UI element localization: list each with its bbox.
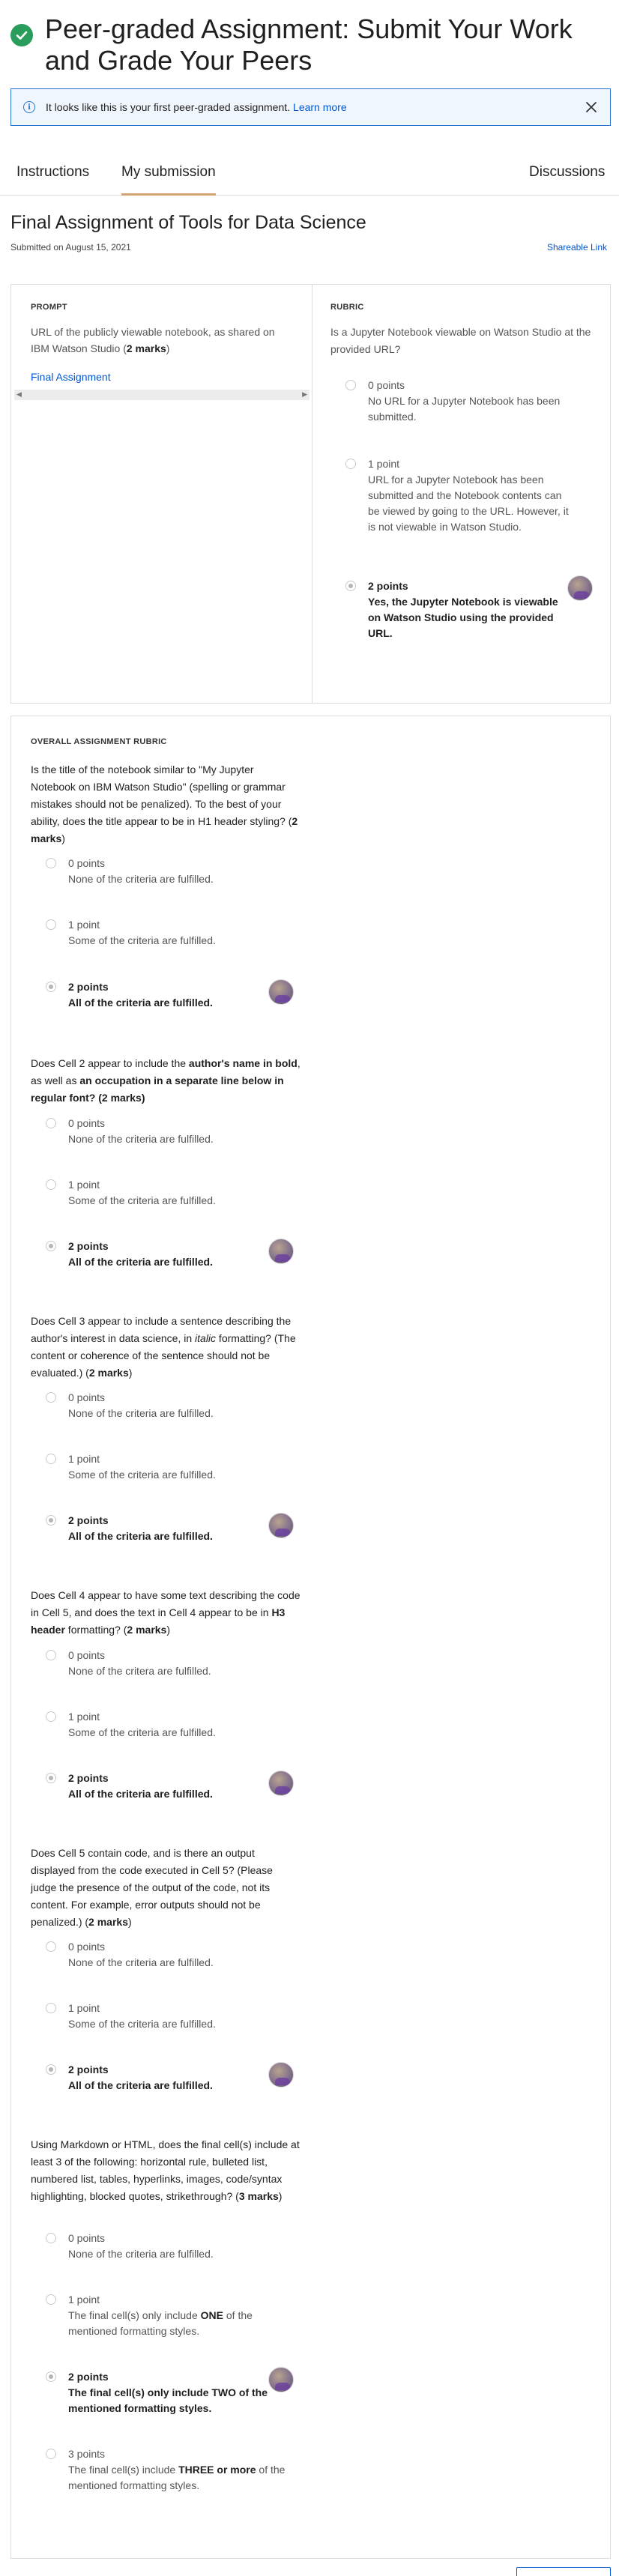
radio-button (46, 2449, 56, 2459)
criterion-option: 1 point Some of the criteria are fulfille… (46, 2001, 216, 2032)
criterion-question: Using Markdown or HTML, does the final c… (31, 2138, 300, 2202)
prompt-label: PROMPT (31, 303, 67, 312)
info-icon: i (23, 101, 35, 113)
radio-button-selected (46, 982, 56, 992)
rubric-label: RUBRIC (330, 303, 364, 312)
tab-bar: Instructions My submission Discussions (0, 154, 619, 196)
radio-button-selected (345, 581, 356, 591)
radio-button (46, 1650, 56, 1660)
overall-rubric-panel: OVERALL ASSIGNMENT RUBRIC Is the title o… (10, 716, 611, 2559)
criterion-option: 0 points None of the criteria are fulfill… (46, 1939, 214, 1971)
submission-title: Final Assignment of Tools for Data Scien… (10, 212, 366, 233)
banner-text: It looks like this is your first peer-gr… (46, 101, 291, 113)
prompt-text: URL of the publicly viewable notebook, a… (31, 326, 275, 354)
completed-check-icon (10, 24, 33, 46)
criterion-option-selected: 2 points All of the criteria are fulfille… (46, 1239, 213, 1270)
horizontal-scrollbar[interactable]: ◀ ▶ (14, 390, 310, 400)
radio-button (46, 919, 56, 930)
page-title: Peer-graded Assignment: Submit Your Work… (45, 13, 573, 76)
radio-button-selected (46, 2371, 56, 2382)
radio-button-selected (46, 1773, 56, 1783)
criterion-option: 3 points The final cell(s) include THREE … (46, 2446, 286, 2494)
radio-button (46, 2003, 56, 2013)
final-assignment-link[interactable]: Final Assignment (31, 371, 111, 383)
criterion-option: 1 point Some of the criteria are fulfille… (46, 1709, 216, 1741)
overall-rubric-label: OVERALL ASSIGNMENT RUBRIC (31, 737, 167, 746)
radio-button (46, 1179, 56, 1190)
criterion-option: 1 point The final cell(s) only include ON… (46, 2292, 286, 2339)
radio-button (345, 459, 356, 469)
criterion-option-selected: 2 points The final cell(s) only include T… (46, 2369, 286, 2416)
prompt-rubric-panel: PROMPT URL of the publicly viewable note… (10, 284, 611, 704)
shareable-link[interactable]: Shareable Link (547, 242, 607, 253)
radio-button (46, 2294, 56, 2305)
bottom-action-button[interactable] (516, 2567, 611, 2576)
close-icon[interactable] (583, 99, 600, 115)
rubric-option: 0 points No URL for a Jupyter Notebook ha… (345, 378, 570, 425)
tab-instructions[interactable]: Instructions (16, 164, 89, 196)
criterion-question: Is the title of the notebook similar to … (31, 764, 298, 844)
radio-button (46, 1392, 56, 1403)
submitted-date: Submitted on August 15, 2021 (10, 242, 131, 253)
criterion-option-selected: 2 points All of the criteria are fulfille… (46, 2062, 213, 2093)
scroll-left-icon[interactable]: ◀ (16, 390, 22, 399)
first-assignment-banner: i It looks like this is your first peer-… (10, 88, 611, 126)
tab-my-submission[interactable]: My submission (121, 164, 216, 196)
radio-button (46, 1711, 56, 1722)
learn-more-link[interactable]: Learn more (293, 101, 347, 113)
reviewer-avatar (268, 1239, 294, 1264)
scroll-right-icon[interactable]: ▶ (302, 390, 307, 399)
radio-button (46, 1941, 56, 1952)
criterion-question: Does Cell 5 contain code, and is there a… (31, 1847, 273, 1928)
radio-button-selected (46, 1241, 56, 1251)
rubric-question: Is a Jupyter Notebook viewable on Watson… (330, 326, 591, 355)
reviewer-avatar (567, 575, 593, 601)
criterion-question: Does Cell 3 appear to include a sentence… (31, 1315, 296, 1379)
reviewer-avatar (268, 2367, 294, 2392)
criterion-option: 0 points None of the criteria are fulfill… (46, 1390, 214, 1421)
page-header: Peer-graded Assignment: Submit Your Work… (10, 13, 603, 76)
criterion-option-selected: 2 points All of the criteria are fulfille… (46, 979, 213, 1011)
criterion-option-selected: 2 points All of the criteria are fulfille… (46, 1513, 213, 1544)
criterion-option: 0 points None of the criteria are fulfill… (46, 2231, 214, 2262)
criterion-option: 0 points None of the criteria are fulfill… (46, 1116, 214, 1147)
radio-button (345, 380, 356, 390)
reviewer-avatar (268, 1513, 294, 1538)
reviewer-avatar (268, 1771, 294, 1796)
tab-discussions[interactable]: Discussions (529, 164, 605, 196)
criterion-question: Does Cell 2 appear to include the author… (31, 1057, 301, 1104)
radio-button-selected (46, 1515, 56, 1526)
criterion-option: 0 points None of the criteria are fulfill… (46, 856, 214, 887)
reviewer-avatar (268, 2062, 294, 2087)
radio-button-selected (46, 2064, 56, 2075)
criterion-option: 1 point Some of the criteria are fulfille… (46, 917, 216, 949)
radio-button (46, 1118, 56, 1128)
radio-button (46, 2233, 56, 2243)
radio-button (46, 1454, 56, 1464)
rubric-option: 1 point URL for a Jupyter Notebook has be… (345, 456, 570, 535)
reviewer-avatar (268, 979, 294, 1005)
criterion-option: 0 points None of the critera are fulfille… (46, 1648, 211, 1679)
criterion-option: 1 point Some of the criteria are fulfille… (46, 1177, 216, 1209)
rubric-option-selected: 2 points Yes, the Jupyter Notebook is vie… (345, 578, 570, 641)
criterion-option: 1 point Some of the criteria are fulfille… (46, 1451, 216, 1483)
criterion-option-selected: 2 points All of the criteria are fulfille… (46, 1771, 213, 1802)
radio-button (46, 858, 56, 868)
criterion-question: Does Cell 4 appear to have some text des… (31, 1589, 301, 1636)
